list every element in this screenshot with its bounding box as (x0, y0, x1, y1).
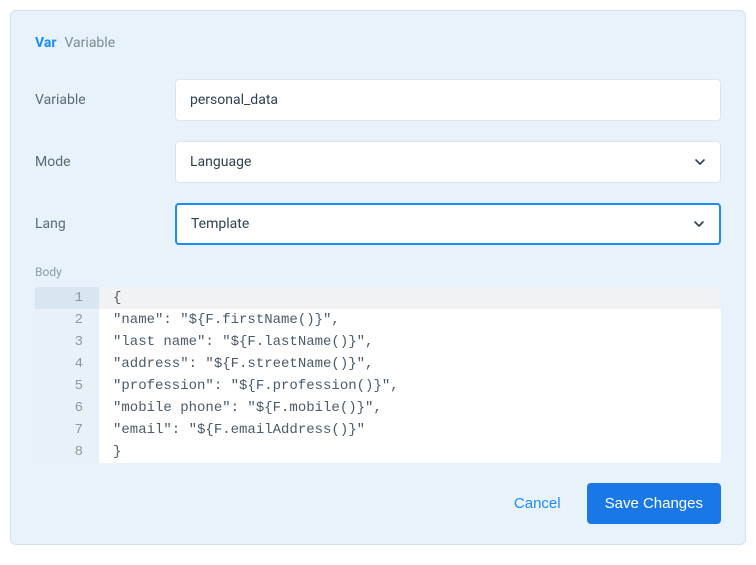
variable-config-panel: Var Variable Variable personal_data Mode… (10, 10, 746, 545)
line-number: 1 (35, 287, 99, 309)
code-content: } (99, 441, 721, 463)
mode-label: Mode (35, 154, 175, 170)
variable-label: Variable (35, 92, 175, 108)
code-line-row: 1 { (35, 287, 721, 309)
chevron-down-icon (693, 218, 705, 230)
mode-row: Mode Language (35, 141, 721, 183)
mode-select[interactable]: Language (175, 141, 721, 183)
mode-value: Language (190, 154, 686, 170)
code-line-row: 6 "mobile phone": "${F.mobile()}", (35, 397, 721, 419)
body-code-editor[interactable]: 1 { 2 "name": "${F.firstName()}", 3 "las… (35, 287, 721, 463)
code-content: "mobile phone": "${F.mobile()}", (99, 397, 721, 419)
cancel-button[interactable]: Cancel (508, 485, 567, 522)
variable-row: Variable personal_data (35, 79, 721, 121)
line-number: 3 (35, 331, 99, 353)
code-line-row: 3 "last name": "${F.lastName()}", (35, 331, 721, 353)
line-number: 8 (35, 441, 99, 463)
code-content: "address": "${F.streetName()}", (99, 353, 721, 375)
code-line-row: 5 "profession": "${F.profession()}", (35, 375, 721, 397)
chevron-down-icon (694, 156, 706, 168)
panel-header: Var Variable (35, 35, 721, 51)
line-number: 4 (35, 353, 99, 375)
lang-row: Lang Template (35, 203, 721, 245)
variable-input[interactable]: personal_data (175, 79, 721, 121)
save-button[interactable]: Save Changes (587, 483, 721, 524)
code-content: "name": "${F.firstName()}", (99, 309, 721, 331)
code-content: "email": "${F.emailAddress()}" (99, 419, 721, 441)
code-line-row: 7 "email": "${F.emailAddress()}" (35, 419, 721, 441)
line-number: 6 (35, 397, 99, 419)
code-content: { (99, 287, 721, 309)
line-number: 7 (35, 419, 99, 441)
lang-value: Template (191, 216, 685, 232)
line-number: 2 (35, 309, 99, 331)
body-label: Body (35, 265, 721, 279)
code-line-row: 2 "name": "${F.firstName()}", (35, 309, 721, 331)
variable-value: personal_data (190, 92, 706, 108)
lang-label: Lang (35, 216, 175, 232)
code-content: "profession": "${F.profession()}", (99, 375, 721, 397)
tag-subtitle: Variable (64, 35, 115, 51)
line-number: 5 (35, 375, 99, 397)
code-line-row: 4 "address": "${F.streetName()}", (35, 353, 721, 375)
code-line-row: 8 } (35, 441, 721, 463)
lang-select[interactable]: Template (175, 203, 721, 245)
tag-type-label: Var (35, 35, 56, 51)
footer-actions: Cancel Save Changes (35, 483, 721, 524)
code-content: "last name": "${F.lastName()}", (99, 331, 721, 353)
